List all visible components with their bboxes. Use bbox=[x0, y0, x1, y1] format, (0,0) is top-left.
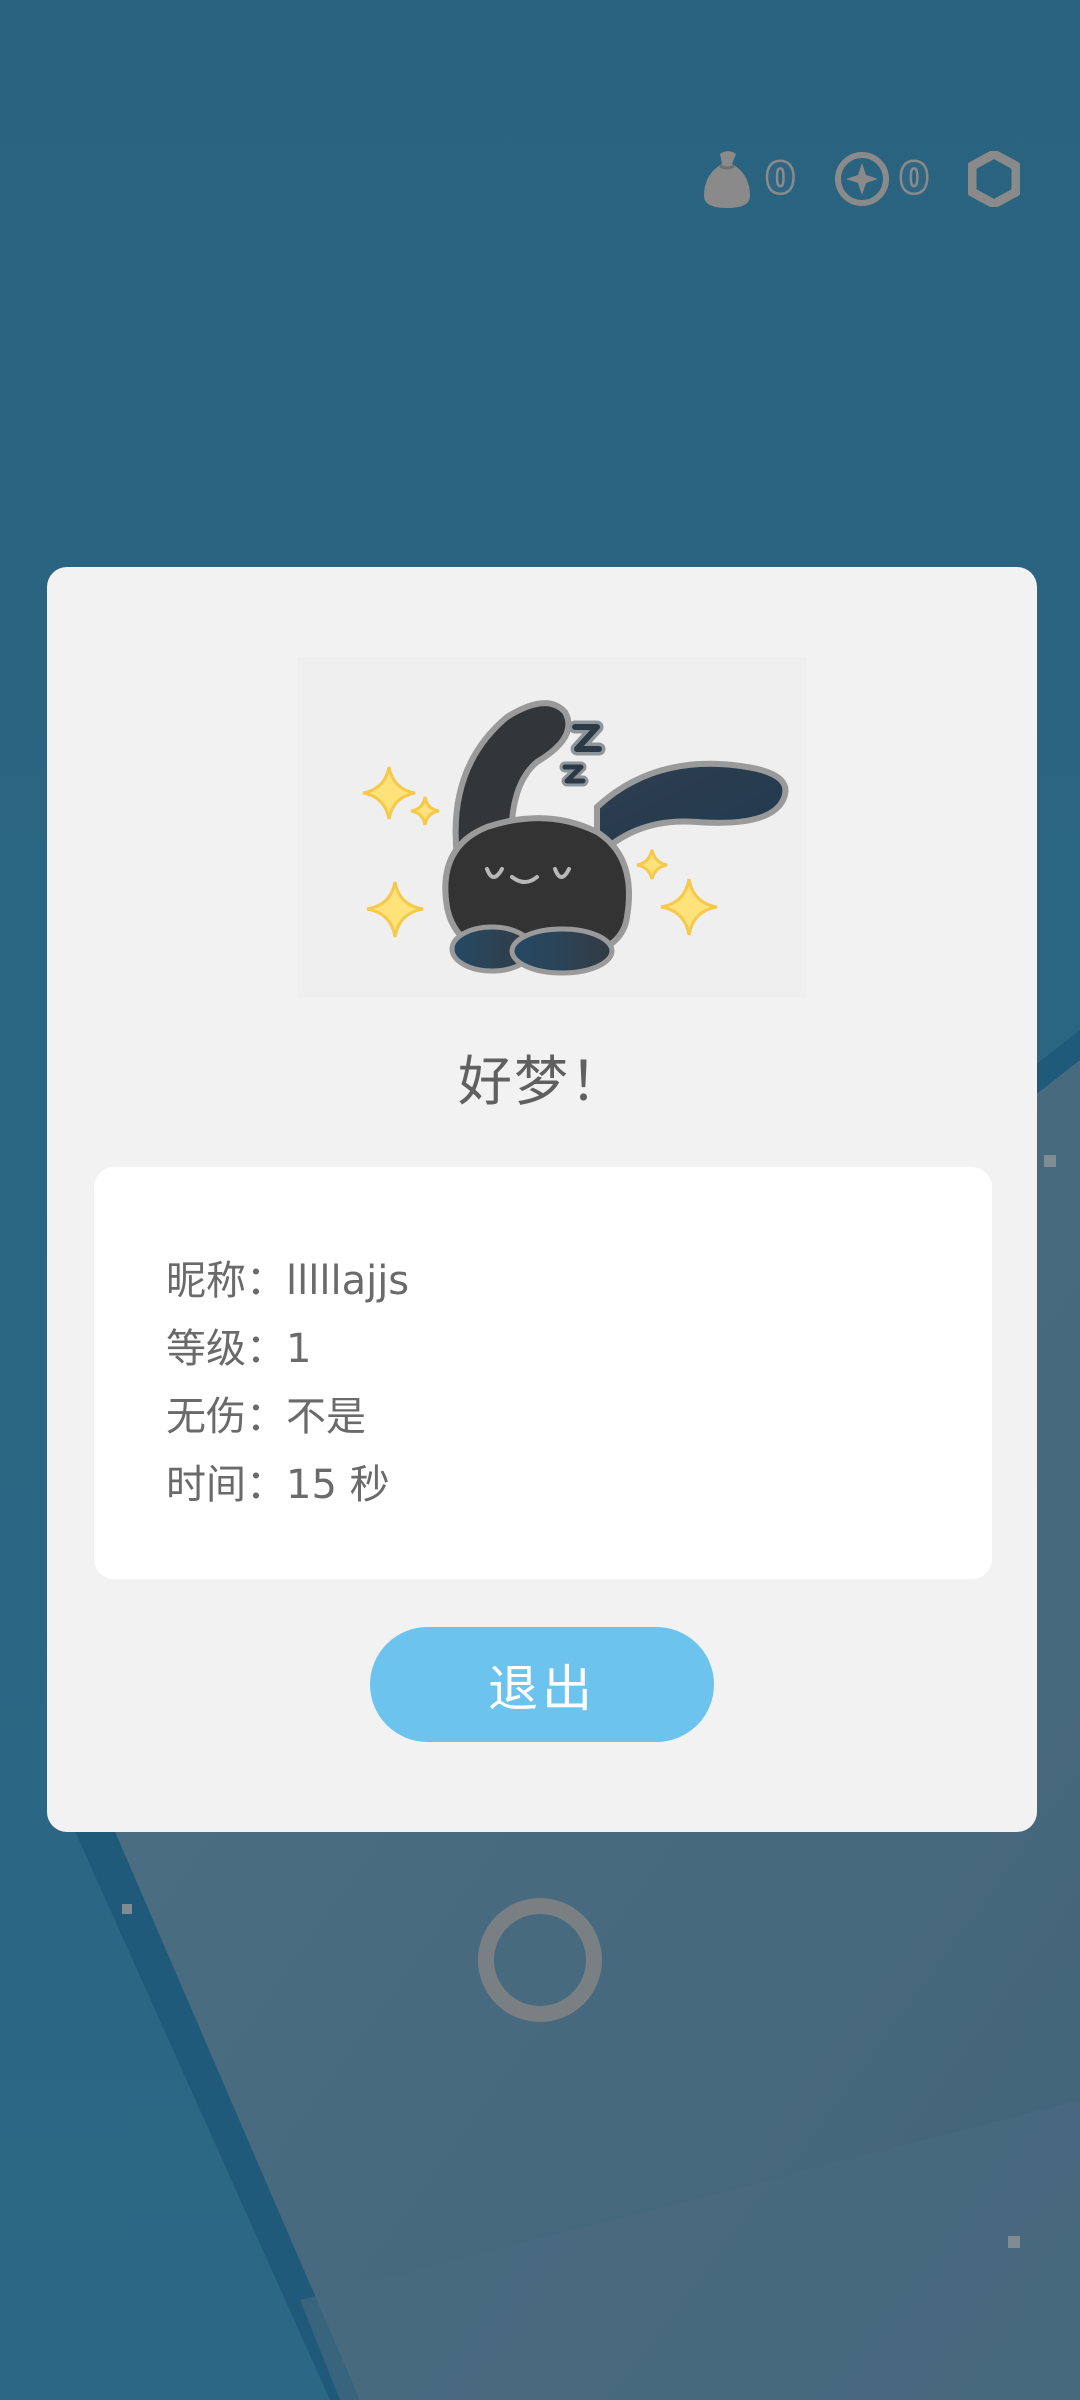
compass-coin-icon bbox=[835, 152, 890, 206]
time-row: 时间：15 秒 bbox=[166, 1462, 390, 1508]
level-row: 等级：1 bbox=[166, 1326, 312, 1372]
coin-count: 0 bbox=[898, 154, 931, 205]
sack-icon bbox=[704, 151, 751, 208]
sleeping-rabbit-icon bbox=[297, 657, 807, 997]
nickname-row: 昵称：lllllajjs bbox=[166, 1258, 410, 1304]
sack-count: 0 bbox=[764, 154, 797, 205]
result-dialog: 好梦！ 昵称：lllllajjs 等级：1 无伤：不是 时间：15 秒 退出 bbox=[47, 567, 1037, 1832]
hud-bar: 0 0 bbox=[698, 148, 1020, 210]
coin-counter: 0 bbox=[834, 151, 931, 207]
ring-marker bbox=[478, 1898, 602, 2022]
no-damage-row: 无伤：不是 bbox=[166, 1394, 366, 1440]
exit-button[interactable]: 退出 bbox=[370, 1627, 714, 1742]
sack-counter: 0 bbox=[698, 148, 797, 210]
player-info-card: 昵称：lllllajjs 等级：1 无伤：不是 时间：15 秒 bbox=[94, 1167, 992, 1579]
dialog-title: 好梦！ bbox=[458, 1050, 626, 1113]
hexagon-settings-icon[interactable] bbox=[968, 151, 1020, 207]
